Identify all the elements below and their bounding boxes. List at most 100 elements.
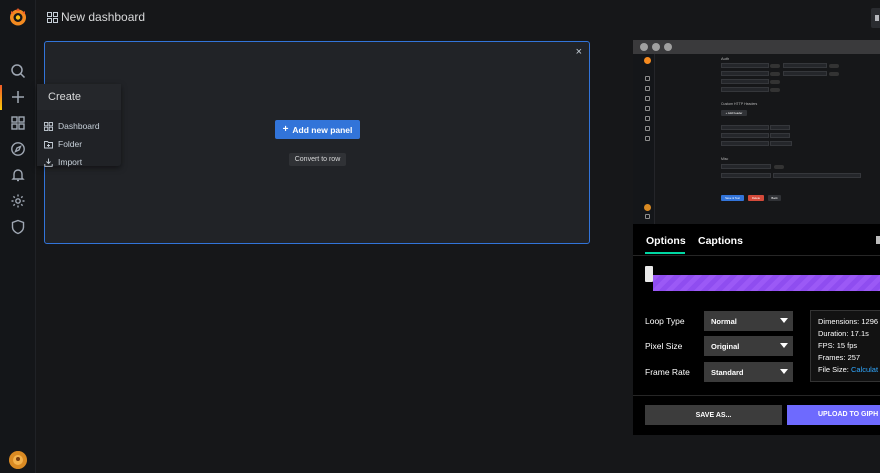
share-icon[interactable] (876, 236, 880, 244)
frames-text: Frames: 257 (818, 353, 861, 362)
file-size-row: File Size: Calculat (818, 365, 880, 377)
preview-field (721, 87, 769, 92)
calculate-link[interactable]: Calculat (851, 365, 878, 374)
preview-sidebar (633, 54, 655, 224)
preview-toggle (829, 64, 839, 68)
active-tab-underline (645, 252, 685, 254)
preview-gear-icon (645, 126, 650, 131)
preview-delete-button: Delete (748, 195, 764, 201)
preview-field (721, 79, 769, 84)
menu-item-dashboard[interactable]: Dashboard (37, 117, 121, 135)
preview-field (783, 63, 827, 68)
frame-rate-select[interactable]: Standard (704, 362, 793, 382)
loop-type-label: Loop Type (645, 316, 685, 326)
gear-icon[interactable] (10, 193, 26, 209)
convert-to-row-button[interactable]: Convert to row (289, 153, 346, 166)
menu-item-label: Dashboard (58, 121, 100, 131)
preview-help-icon (645, 214, 650, 219)
create-menu-header[interactable]: Create (37, 84, 121, 110)
tab-options[interactable]: Options (646, 235, 686, 247)
preview-field (721, 164, 771, 169)
recorder-panel: Options Captions Loop Type Normal Pixel … (633, 224, 880, 435)
folder-plus-icon (44, 140, 53, 148)
preview-field (721, 141, 769, 146)
preview-toggle (770, 64, 780, 68)
recording-preview: Auth Custom HTTP Headers + Add header Mi… (633, 54, 880, 224)
grafana-logo-icon[interactable] (8, 7, 28, 27)
save-as-button[interactable]: SAVE AS... (645, 405, 782, 425)
new-panel: × + Add new panel Convert to row (44, 41, 590, 244)
preview-section-auth: Auth (721, 56, 730, 61)
preview-logo-icon (644, 57, 651, 64)
preview-toggle (829, 72, 839, 76)
preview-avatar (644, 204, 651, 211)
preview-shield-icon (645, 136, 650, 141)
preview-compass-icon (645, 106, 650, 111)
close-icon[interactable]: × (576, 46, 582, 58)
preview-toggle (770, 88, 780, 92)
avatar[interactable] (9, 451, 27, 469)
page-title[interactable]: New dashboard (61, 10, 145, 24)
preview-bell-icon (645, 116, 650, 121)
preview-toggle (774, 165, 784, 169)
pixel-size-select[interactable]: Original (704, 336, 793, 356)
preview-save-test-button: Save & Test (721, 195, 744, 201)
fps-text: FPS: 15 fps (818, 341, 858, 350)
top-bar: New dashboard (37, 0, 880, 36)
preview-field (770, 141, 792, 146)
loop-type-select[interactable]: Normal (704, 311, 793, 331)
preview-plus-icon (645, 86, 650, 91)
active-indicator (0, 85, 2, 110)
dashboards-icon[interactable] (10, 115, 26, 131)
shield-icon[interactable] (10, 219, 26, 235)
frame-timeline[interactable] (653, 275, 880, 291)
add-new-panel-label: Add new panel (292, 124, 353, 135)
grid-icon (44, 121, 53, 131)
preview-section-headers: Custom HTTP Headers (721, 102, 758, 106)
tab-captions[interactable]: Captions (698, 235, 743, 247)
divider (633, 255, 880, 256)
plus-icon[interactable] (10, 89, 26, 105)
preview-toggle (770, 72, 780, 76)
menu-item-label: Import (58, 157, 83, 167)
recorder-window: Auth Custom HTTP Headers + Add header Mi… (633, 40, 880, 435)
preview-field (721, 71, 769, 76)
create-menu: Create Dashboard Folder Import (37, 84, 121, 167)
preview-toggle (770, 80, 780, 84)
preview-grid-icon (645, 96, 650, 101)
window-close-dot[interactable] (640, 43, 648, 51)
pixel-size-label: Pixel Size (645, 341, 683, 351)
recording-info: Dimensions: 1296 Duration: 17.1s FPS: 15… (810, 310, 880, 382)
menu-item-import[interactable]: Import (37, 153, 121, 171)
window-minimize-dot[interactable] (652, 43, 660, 51)
preview-field (773, 173, 861, 178)
preview-field (721, 133, 769, 138)
divider (633, 395, 880, 396)
preview-field (721, 125, 769, 130)
preview-field (770, 133, 790, 138)
upload-to-giphy-button[interactable]: UPLOAD TO GIPH (787, 405, 880, 425)
dimensions-text: Dimensions: 1296 (818, 317, 879, 326)
menu-item-label: Folder (58, 139, 83, 149)
toolbar-button[interactable] (871, 8, 880, 28)
window-titlebar (633, 40, 880, 54)
dashboard-grid-icon (47, 12, 58, 23)
preview-field (783, 71, 827, 76)
compass-icon[interactable] (10, 141, 26, 157)
file-size-label: File Size: (818, 365, 849, 374)
search-icon[interactable] (10, 63, 26, 79)
window-zoom-dot[interactable] (664, 43, 672, 51)
preview-search-icon (645, 76, 650, 81)
duration-text: Duration: 17.1s (818, 329, 869, 338)
add-new-panel-button[interactable]: + Add new panel (275, 120, 360, 139)
preview-add-header-button: + Add header (721, 110, 747, 116)
plus-icon: + (282, 124, 289, 135)
preview-field (770, 125, 790, 130)
sidebar (0, 0, 36, 473)
preview-section-misc: Misc (721, 157, 729, 161)
timeline-start-handle[interactable] (645, 266, 653, 282)
preview-field (721, 173, 771, 178)
menu-item-folder[interactable]: Folder (37, 135, 121, 153)
bell-icon[interactable] (10, 167, 26, 183)
import-icon (44, 158, 53, 167)
